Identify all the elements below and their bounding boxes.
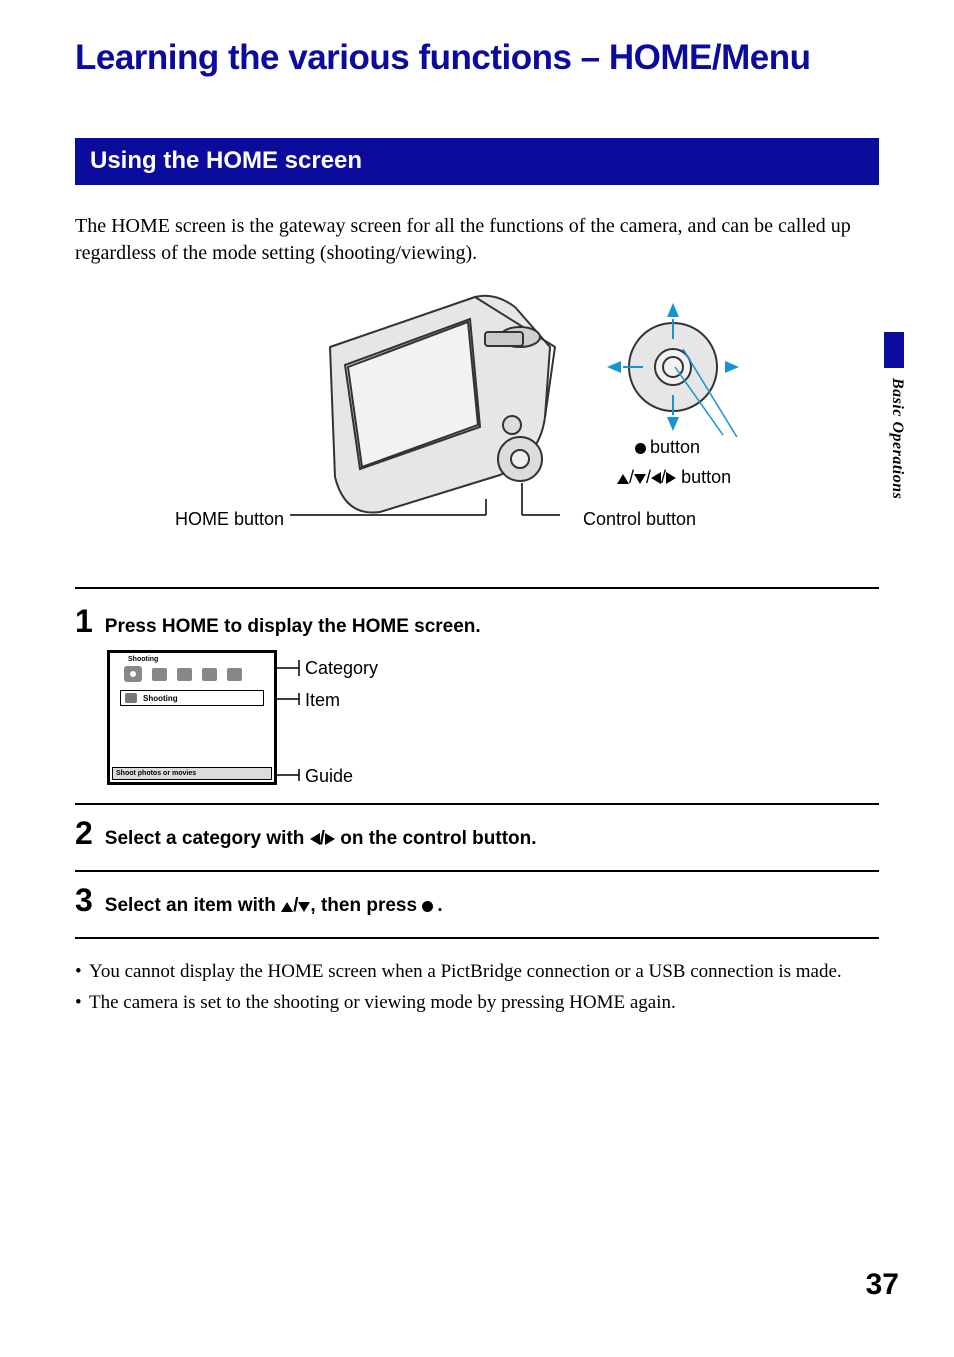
step-2: 2 Select a category with / on the contro… — [75, 803, 879, 870]
right-arrow-icon — [325, 833, 335, 845]
camera-icon — [124, 666, 142, 682]
callout-guide: Guide — [305, 766, 353, 787]
step-text: Select an item with /, then press . — [105, 895, 443, 917]
manage-icon — [202, 668, 217, 681]
page-number: 37 — [866, 1268, 899, 1302]
left-arrow-icon — [651, 472, 661, 484]
lcd-item-row: Shooting — [120, 690, 264, 706]
step-number: 1 — [75, 603, 93, 640]
step-3: 3 Select an item with /, then press . — [75, 870, 879, 937]
lcd-screenshot: Shooting Shooting Shoot photos or movies — [107, 650, 277, 785]
print-icon — [177, 668, 192, 681]
intro-paragraph: The HOME screen is the gateway screen fo… — [0, 185, 954, 267]
note-item: The camera is set to the shooting or vie… — [75, 990, 879, 1017]
page-title: Learning the various functions – HOME/Me… — [0, 0, 954, 78]
side-tab-marker — [884, 332, 904, 368]
callout-category: Category — [305, 658, 378, 679]
label-home-button: HOME button — [175, 509, 284, 530]
notes-list: You cannot display the HOME screen when … — [75, 939, 879, 1016]
note-item: You cannot display the HOME screen when … — [75, 959, 879, 986]
right-arrow-icon — [666, 472, 676, 484]
callout-item: Item — [305, 690, 340, 711]
section-heading: Using the HOME screen — [75, 138, 879, 185]
up-arrow-icon — [281, 902, 293, 912]
label-control-button: Control button — [583, 509, 696, 530]
step-text: Press HOME to display the HOME screen. — [105, 616, 481, 638]
label-direction-button: /// button — [617, 467, 731, 488]
step-1: 1 Press HOME to display the HOME screen.… — [75, 577, 879, 803]
down-arrow-icon — [298, 902, 310, 912]
left-arrow-icon — [310, 833, 320, 845]
lcd-item-label: Shooting — [143, 694, 178, 703]
step-number: 2 — [75, 815, 93, 852]
lcd-heading: Shooting — [110, 653, 274, 663]
up-arrow-icon — [617, 474, 629, 484]
step-number: 3 — [75, 882, 93, 919]
center-dot-icon — [635, 443, 646, 454]
camera-small-icon — [125, 693, 137, 703]
toolbox-icon — [227, 668, 242, 681]
play-icon — [152, 668, 167, 681]
down-arrow-icon — [634, 474, 646, 484]
lcd-guide-bar: Shoot photos or movies — [112, 767, 272, 780]
control-button-illustration — [583, 297, 763, 437]
camera-illustration — [290, 287, 560, 517]
camera-diagram: HOME button Control button button /// bu… — [75, 287, 879, 547]
center-dot-icon — [422, 901, 433, 912]
lcd-category-row — [110, 663, 274, 688]
label-center-button: button — [635, 437, 700, 458]
step-text: Select a category with / on the control … — [105, 828, 537, 850]
chapter-side-label: Basic Operations — [888, 378, 906, 499]
